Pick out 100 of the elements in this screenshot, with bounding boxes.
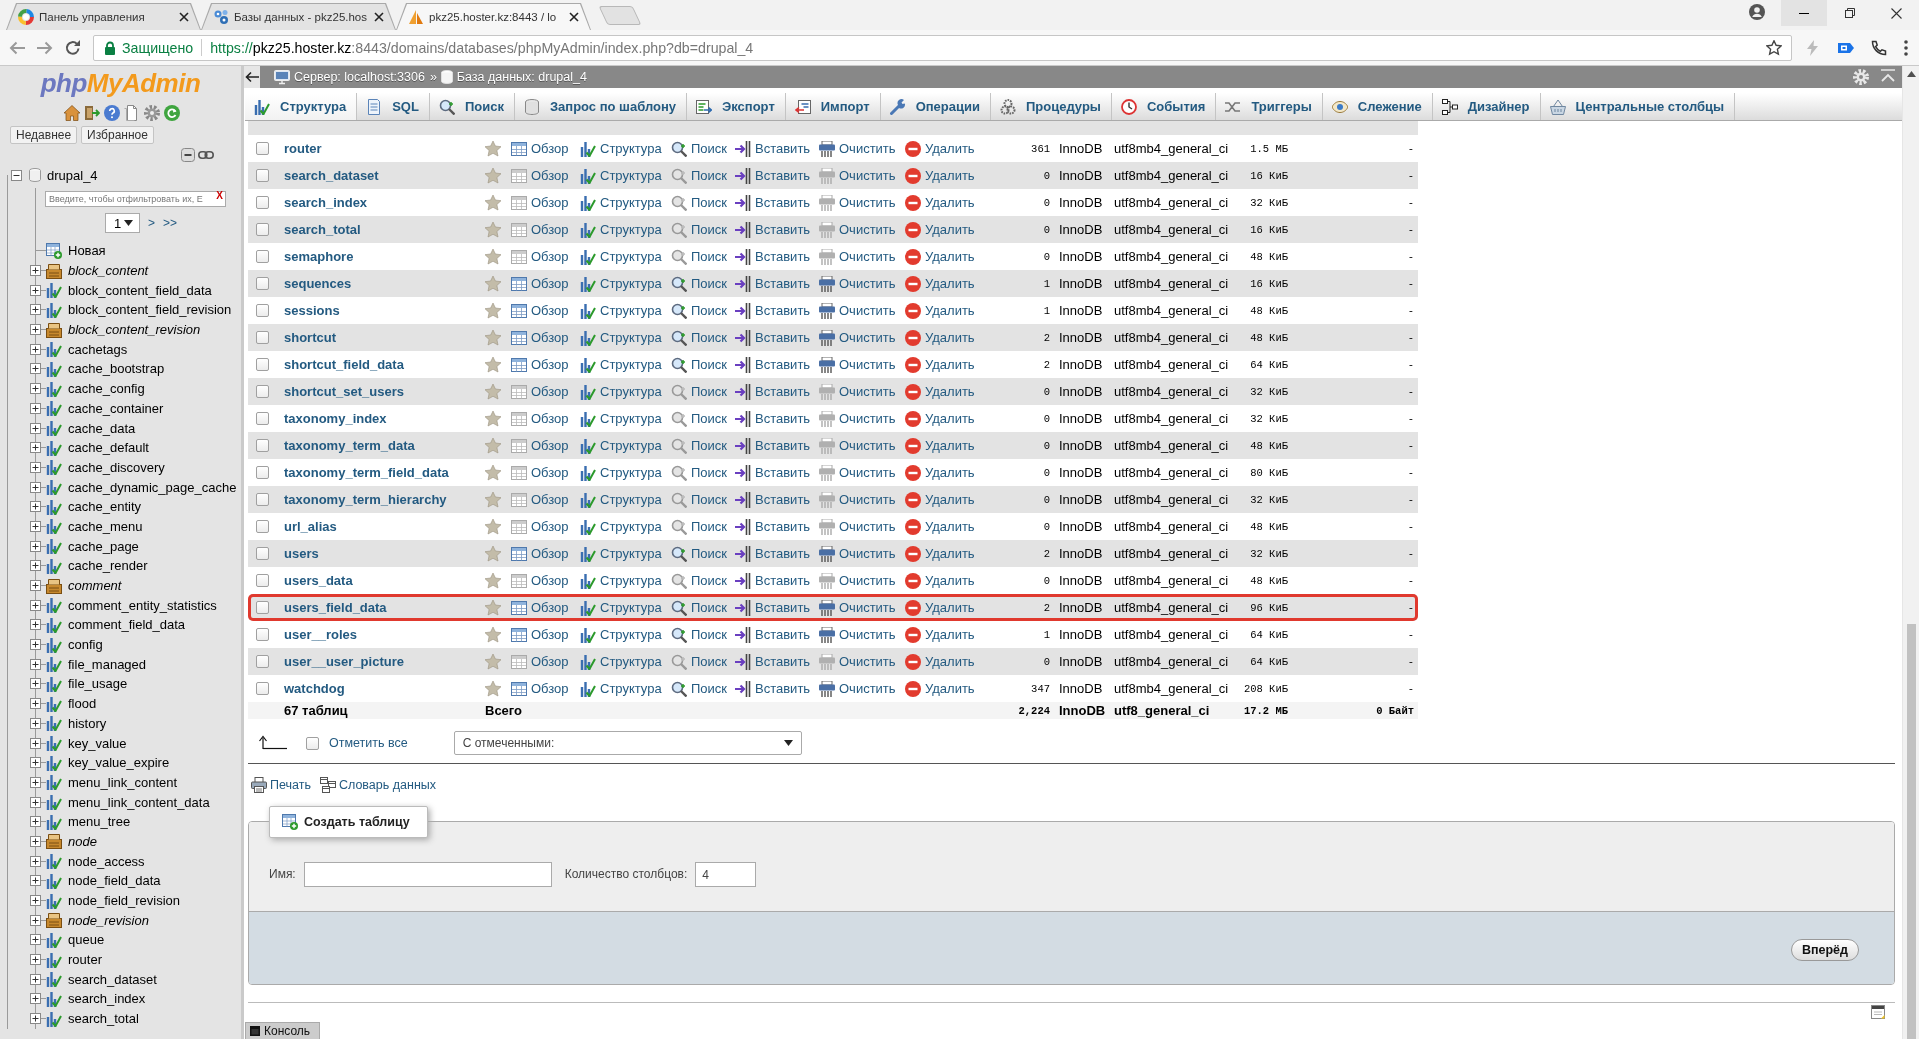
table-name-link[interactable]: semaphore [276,249,354,264]
menu-tab[interactable]: SQL [357,93,430,120]
table-link[interactable]: cachetags [68,341,128,357]
browse-link[interactable]: Обзор [506,464,569,481]
view-link[interactable]: block_content [68,263,149,279]
browse-link[interactable]: Обзор [506,140,569,157]
structure-link[interactable]: Структура [575,194,662,211]
back-icon[interactable] [9,39,25,56]
checkbox[interactable] [255,331,269,344]
table-name-link[interactable]: taxonomy_index [276,411,387,426]
plus-box-icon[interactable] [30,363,41,375]
empty-link[interactable]: Очистить [814,383,896,400]
close-icon[interactable] [179,12,189,22]
account-icon[interactable] [1749,4,1765,20]
structure-link[interactable]: Структура [575,518,662,535]
table-name-link[interactable]: sequences [276,276,352,291]
plus-box-icon[interactable] [30,993,41,1005]
star-icon[interactable] [485,437,501,454]
drop-link[interactable]: Удалить [900,356,975,373]
reload-icon[interactable] [65,39,81,56]
star-icon[interactable] [485,626,501,643]
structure-link[interactable]: Структура [575,653,662,670]
table-link[interactable]: cache_discovery [68,459,165,475]
plus-box-icon[interactable] [30,402,41,414]
empty-link[interactable]: Очистить [814,599,896,616]
insert-link[interactable]: Вставить [730,572,811,589]
empty-link[interactable]: Очистить [814,221,896,238]
star-icon[interactable] [485,194,501,211]
search-link[interactable]: Поиск [666,167,728,184]
browse-link[interactable]: Обзор [506,437,569,454]
empty-link[interactable]: Очистить [814,167,896,184]
home-icon[interactable] [64,105,80,121]
insert-link[interactable]: Вставить [730,194,811,211]
empty-link[interactable]: Очистить [814,518,896,535]
search-link[interactable]: Поиск [666,356,728,373]
structure-link[interactable]: Структура [575,572,662,589]
help-icon[interactable] [104,105,120,121]
star-icon[interactable] [485,275,501,292]
plus-box-icon[interactable] [30,1013,41,1025]
plus-box-icon[interactable] [30,383,41,395]
breadcrumb-link[interactable]: База данных: drupal_4 [456,70,587,84]
empty-link[interactable]: Очистить [814,464,896,481]
menu-icon[interactable] [1904,39,1908,56]
phone-icon[interactable] [1871,39,1887,56]
search-link[interactable]: Поиск [666,248,728,265]
drop-link[interactable]: Удалить [900,221,975,238]
table-link[interactable]: cache_render [68,558,148,574]
table-link[interactable]: cache_menu [68,518,143,534]
insert-link[interactable]: Вставить [730,329,811,346]
search-link[interactable]: Поиск [666,194,728,211]
document-icon[interactable] [124,105,140,121]
view-link[interactable]: block_content_revision [68,322,201,338]
clear-button[interactable]: X [216,189,223,203]
star-icon[interactable] [485,491,501,508]
browser-tab[interactable]: Панель управления [6,3,201,30]
browse-link[interactable]: Обзор [506,221,569,238]
view-link[interactable]: comment [68,578,122,594]
structure-link[interactable]: Структура [575,464,662,481]
table-link[interactable]: search_dataset [68,971,157,987]
drop-link[interactable]: Удалить [900,464,975,481]
link-icon[interactable] [198,148,214,162]
table-link[interactable]: file_managed [68,656,147,672]
search-link[interactable]: Поиск [666,491,728,508]
plus-box-icon[interactable] [30,757,41,769]
address-bar[interactable]: Защищено https://pkz25.hoster.kz:8443/domains/databases/phpMyAdmin/index.php?db=drupal_4 [93,34,1792,61]
checkbox[interactable] [255,466,269,479]
menu-tab[interactable]: Операции [880,93,991,120]
browse-link[interactable]: Обзор [506,383,569,400]
drop-link[interactable]: Удалить [900,140,975,157]
search-link[interactable]: Поиск [666,680,728,697]
structure-link[interactable]: Структура [575,410,662,427]
checkbox[interactable] [255,493,269,506]
table-name-link[interactable]: taxonomy_term_hierarchy [276,492,447,507]
menu-tab[interactable]: Процедуры [991,93,1112,120]
insert-link[interactable]: Вставить [730,491,811,508]
table-name-link[interactable]: search_dataset [276,168,379,183]
checkbox[interactable] [255,142,269,155]
collapse-all-icon[interactable] [181,148,195,162]
drop-link[interactable]: Удалить [900,680,975,697]
star-icon[interactable] [485,302,501,319]
table-name-link[interactable]: shortcut_set_users [276,384,404,399]
table-name-link[interactable]: shortcut [276,330,336,345]
empty-link[interactable]: Очистить [814,626,896,643]
search-link[interactable]: Поиск [666,572,728,589]
data-dictionary-link[interactable]: Словарь данных [338,778,437,792]
table-link[interactable]: node_field_revision [68,893,181,909]
checkbox[interactable] [255,601,269,614]
checkbox[interactable] [255,439,269,452]
table-link[interactable]: cache_bootstrap [68,361,165,377]
search-link[interactable]: Поиск [666,329,728,346]
plus-box-icon[interactable] [30,324,41,336]
structure-link[interactable]: Структура [575,248,662,265]
scrollbar[interactable] [1902,66,1919,1039]
drop-link[interactable]: Удалить [900,518,975,535]
plus-box-icon[interactable] [30,422,41,434]
insert-link[interactable]: Вставить [730,302,811,319]
structure-link[interactable]: Структура [575,221,662,238]
star-icon[interactable] [485,383,501,400]
checkbox[interactable] [255,655,269,668]
table-link[interactable]: cache_default [68,440,149,456]
